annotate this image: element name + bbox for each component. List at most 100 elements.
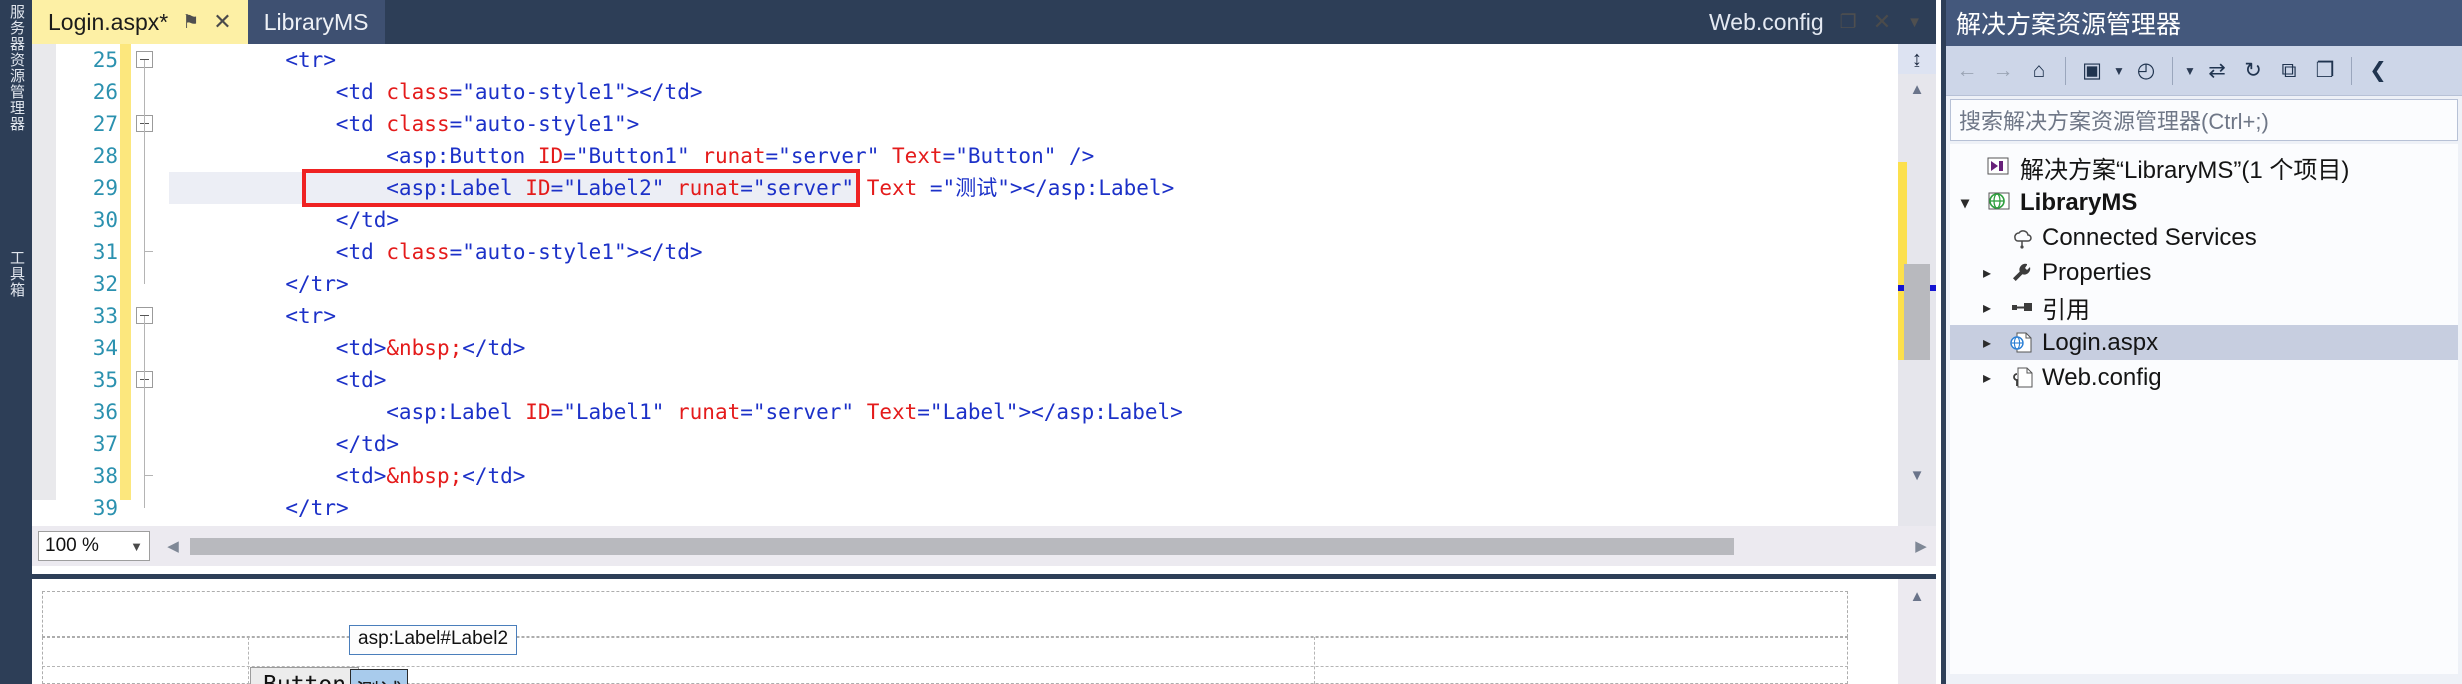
control-tooltip: asp:Label#Label2 — [349, 625, 518, 655]
code-line-text: <asp:Label ID="Label1" runat="server" Te… — [386, 400, 1183, 424]
horizontal-scroll-thumb[interactable] — [190, 537, 1734, 555]
code-line[interactable]: 25 <tr> — [32, 44, 1898, 76]
code-line[interactable]: 38 <td>&nbsp;</td> — [32, 460, 1898, 492]
solution-explorer-toolbar: ← → ⌂ ▣ ▼ ◴ ▼ ⇄ ↻ ⧉ ❐ ❮ — [1946, 46, 2462, 96]
tree-item-label: Login.aspx — [2042, 328, 2159, 356]
code-line[interactable]: 27 <td class="auto-style1"> — [32, 108, 1898, 140]
code-line-text: <td class="auto-style1"></td> — [335, 80, 703, 104]
chevron-down-icon[interactable]: ▼ — [130, 539, 143, 554]
code-line-text: <tr> — [285, 48, 336, 72]
collapsed-twisty-icon[interactable]: ▸ — [1972, 298, 2002, 318]
collapse-all-icon[interactable]: ⧉ — [2272, 51, 2306, 91]
code-text-lines[interactable]: 25 <tr> 26 <td class="auto-style1"></td> 27 <… — [32, 44, 1898, 520]
view-code-icon[interactable]: ❐ — [2308, 51, 2342, 91]
editor-status-bar: 100 % ▼ ◀ ▶ — [32, 526, 1936, 566]
editor-horizontal-scrollbar[interactable]: ◀ ▶ — [158, 532, 1936, 560]
pin-icon[interactable]: ⚑ — [182, 13, 199, 32]
close-icon[interactable]: ✕ — [213, 11, 231, 33]
show-all-files-icon[interactable]: ⇄ — [2200, 51, 2234, 91]
aspx-page-icon — [2002, 330, 2042, 356]
code-line[interactable]: 29 <asp:Label ID="Label2" runat="server" … — [32, 172, 1898, 204]
scroll-right-icon[interactable]: ▶ — [1906, 537, 1936, 555]
design-canvas[interactable]: Button 测试 asp:Label#Label2 — [32, 579, 1898, 684]
code-line[interactable]: 30 </td> — [32, 204, 1898, 236]
code-line[interactable]: 26 <td class="auto-style1"></td> — [32, 76, 1898, 108]
code-line[interactable]: 33 <tr> — [32, 300, 1898, 332]
line-number: 33 — [92, 304, 118, 328]
code-line[interactable]: 34 <td>&nbsp;</td> — [32, 332, 1898, 364]
code-editor-surface[interactable]: 25 <tr> 26 <td class="auto-style1"></td> 27 <… — [32, 44, 1936, 534]
code-line[interactable]: 32 </tr> — [32, 268, 1898, 300]
float-window-icon[interactable]: ❐ — [1840, 13, 1857, 32]
sync-dropdown-caret-icon[interactable]: ▼ — [2111, 64, 2127, 78]
sync-with-active-document-icon[interactable]: ▣ — [2075, 51, 2109, 91]
design-label-control[interactable]: 测试 — [350, 669, 408, 684]
code-line[interactable]: 39 </tr> — [32, 492, 1898, 524]
editor-vertical-scrollbar[interactable]: ↨ ▲ ▼ — [1898, 44, 1936, 534]
zoom-level-value: 100 % — [45, 535, 99, 556]
outline-guide-line — [144, 428, 145, 460]
design-vertical-scrollbar[interactable]: ▲ — [1898, 579, 1936, 684]
solution-explorer-tree[interactable]: 解决方案“LibraryMS”(1 个项目) ▾ LibraryMS Connecte… — [1950, 144, 2458, 674]
code-line-text: <td class="auto-style1"></td> — [335, 240, 703, 264]
scroll-up-icon[interactable]: ▲ — [1898, 76, 1936, 102]
web-project-icon — [1980, 190, 2020, 216]
tree-item-libraryms[interactable]: ▾ LibraryMS — [1950, 185, 2458, 220]
outline-guide-line — [144, 492, 145, 508]
scroll-up-icon[interactable]: ▲ — [1898, 583, 1936, 609]
code-line-text: </tr> — [285, 272, 349, 296]
tab-login-aspx[interactable]: Login.aspx* ⚑ ✕ — [32, 0, 248, 44]
filter-dropdown-caret-icon[interactable]: ▼ — [2182, 64, 2198, 78]
tree-item-label: Properties — [2042, 258, 2152, 286]
zoom-level-combobox[interactable]: 100 % ▼ — [38, 531, 150, 561]
code-line[interactable]: 31 <td class="auto-style1"></td> — [32, 236, 1898, 268]
tree-item-login.aspx[interactable]: ▸ Login.aspx — [1950, 325, 2458, 360]
line-number: 38 — [92, 464, 118, 488]
collapsed-twisty-icon[interactable]: ▸ — [1972, 368, 2002, 388]
close-icon[interactable]: ✕ — [1873, 11, 1891, 33]
solution-explorer-title: 解决方案资源管理器 — [1946, 0, 2462, 46]
code-line-text: </td> — [335, 432, 400, 456]
tab-web-config[interactable]: Web.config ❐ ✕ ▼ — [1699, 0, 1936, 44]
line-number: 31 — [92, 240, 118, 264]
collapsed-twisty-icon[interactable]: ▸ — [1972, 333, 2002, 353]
code-line-text: <td>&nbsp;</td> — [335, 336, 526, 360]
outline-guide-line — [144, 236, 153, 268]
properties-icon[interactable]: ❮ — [2361, 51, 2395, 91]
tree-item-label: Web.config — [2042, 363, 2162, 391]
outline-guide-line — [144, 60, 145, 76]
scroll-down-icon[interactable]: ▼ — [1898, 462, 1936, 488]
refresh-icon[interactable]: ↻ — [2236, 51, 2270, 91]
vertical-tab-toolbox[interactable]: 工具箱 — [0, 250, 32, 360]
pending-changes-filter-icon[interactable]: ◴ — [2129, 51, 2163, 91]
chevron-down-icon[interactable]: ▼ — [1907, 15, 1922, 30]
collapsed-twisty-icon[interactable]: ▸ — [1972, 263, 2002, 283]
tab-web-config-label: Web.config — [1709, 8, 1824, 35]
line-number: 26 — [92, 80, 118, 104]
solution-explorer-panel: 解决方案资源管理器 ← → ⌂ ▣ ▼ ◴ ▼ ⇄ ↻ ⧉ ❐ ❮ 搜索解决方案资源管理器(Ctrl+… — [1941, 0, 2462, 684]
tree-item-web.config[interactable]: ▸ Web.config — [1950, 360, 2458, 395]
code-line[interactable]: 28 <asp:Button ID="Button1" runat="server… — [32, 140, 1898, 172]
code-line[interactable]: 35 <td> — [32, 364, 1898, 396]
outline-guide-line — [144, 268, 145, 284]
tree-item--libraryms-1-[interactable]: 解决方案“LibraryMS”(1 个项目) — [1950, 150, 2458, 185]
vertical-scroll-thumb[interactable] — [1904, 264, 1930, 360]
tree-item-properties[interactable]: ▸ Properties — [1950, 255, 2458, 290]
tree-item--[interactable]: ▸ 引用 — [1950, 290, 2458, 325]
expanded-twisty-icon[interactable]: ▾ — [1950, 193, 1980, 213]
tab-libraryms[interactable]: LibraryMS — [247, 0, 385, 44]
design-button-control[interactable]: Button — [250, 667, 360, 684]
toolbar-separator — [2065, 56, 2066, 85]
scroll-left-icon[interactable]: ◀ — [158, 537, 188, 555]
tree-item-connected-services[interactable]: Connected Services — [1950, 220, 2458, 255]
code-line-text: <td>&nbsp;</td> — [335, 464, 526, 488]
line-number: 30 — [92, 208, 118, 232]
code-line[interactable]: 37 </td> — [32, 428, 1898, 460]
solution-explorer-search-input[interactable]: 搜索解决方案资源管理器(Ctrl+;) — [1950, 99, 2458, 141]
back-icon: ← — [1956, 58, 1978, 82]
tree-item-label: 解决方案“LibraryMS”(1 个项目) — [2020, 157, 2350, 184]
code-line[interactable]: 36 <asp:Label ID="Label1" runat="server" … — [32, 396, 1898, 428]
split-view-handle[interactable]: ↨ — [1898, 44, 1936, 74]
vertical-tab-server-explorer[interactable]: 服务器资源管理器 — [0, 4, 32, 234]
home-icon[interactable]: ⌂ — [2022, 51, 2056, 91]
